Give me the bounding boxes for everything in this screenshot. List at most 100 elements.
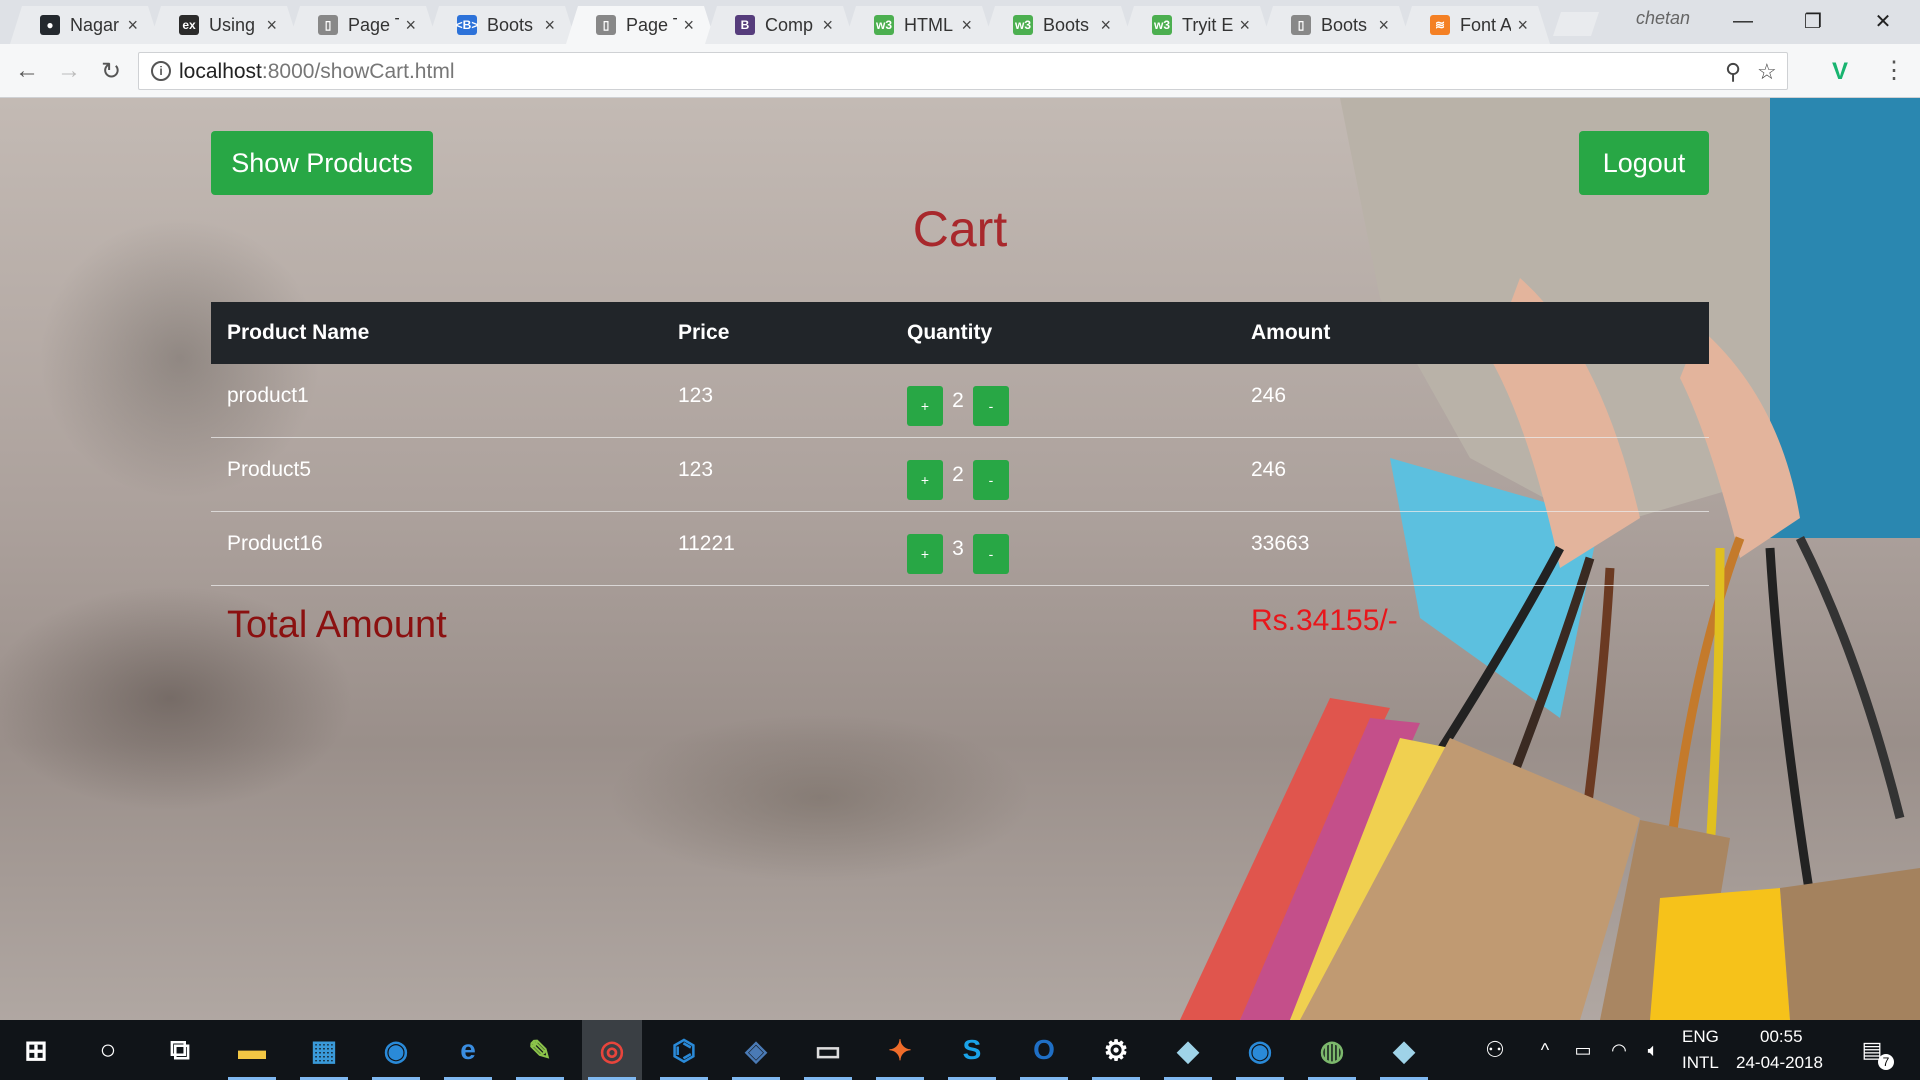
reload-icon[interactable]: ↻ <box>96 56 126 86</box>
browser-tab[interactable]: w3 Boots × <box>983 6 1133 44</box>
task-view-icon[interactable]: ⧉ <box>150 1020 210 1080</box>
app-book-glyph: ◆ <box>1177 1034 1199 1066</box>
w3schools-icon: w3 <box>1013 15 1033 35</box>
mysql-glyph: ◈ <box>745 1034 767 1066</box>
close-tab-icon[interactable]: × <box>127 15 138 36</box>
minimize-icon[interactable]: — <box>1720 6 1766 36</box>
browser-tab[interactable]: ● Nagar × <box>10 6 160 44</box>
language-bottom[interactable]: INTL <box>1682 1053 1719 1073</box>
info-icon[interactable]: i <box>151 61 171 81</box>
browser-tab[interactable]: ▯ Page T × <box>566 6 716 44</box>
wifi-icon[interactable]: ◠ <box>1604 1020 1634 1080</box>
logout-button[interactable]: Logout <box>1579 131 1709 195</box>
people-icon[interactable]: ⚇ <box>1478 1020 1512 1080</box>
table-header: Product Name Price Quantity Amount <box>211 302 1709 364</box>
experts-exchange-icon: ex <box>179 15 199 35</box>
bootstrap-icon: <B> <box>456 15 478 35</box>
app-book-icon[interactable]: ◆ <box>1158 1020 1218 1080</box>
mysql-icon[interactable]: ◈ <box>726 1020 786 1080</box>
close-tab-icon[interactable]: × <box>266 15 277 36</box>
column-header-product-name: Product Name <box>227 321 370 344</box>
close-tab-icon[interactable]: × <box>961 15 972 36</box>
decrease-quantity-button[interactable]: - <box>973 459 1009 500</box>
close-tab-icon[interactable]: × <box>1378 15 1389 36</box>
file-explorer-icon[interactable]: ▬ <box>222 1020 282 1080</box>
tab-label: Using <box>209 14 256 35</box>
close-tab-icon[interactable]: × <box>544 15 555 36</box>
clock-time[interactable]: 00:55 <box>1760 1027 1803 1047</box>
outlook-icon[interactable]: O <box>1014 1020 1074 1080</box>
decrease-quantity-button[interactable]: - <box>973 385 1009 426</box>
close-window-icon[interactable]: ✕ <box>1860 6 1906 36</box>
tab-label: Nagar <box>70 14 120 35</box>
start-icon[interactable]: ⊞ <box>6 1020 66 1080</box>
browser-tab[interactable]: <B> Boots × <box>427 6 577 44</box>
page-title: Cart <box>912 201 1008 257</box>
bookmark-star-icon[interactable]: ☆ <box>1757 59 1777 85</box>
product-amount: 33663 <box>1251 532 1310 555</box>
restore-icon[interactable]: ❐ <box>1790 6 1836 36</box>
skype-icon[interactable]: S <box>942 1020 1002 1080</box>
store-icon[interactable]: ▦ <box>294 1020 354 1080</box>
close-tab-icon[interactable]: × <box>1100 15 1111 36</box>
menu-dots-icon[interactable]: ⋮ <box>1882 56 1906 85</box>
browser-tab[interactable]: ≋ Font A × <box>1400 6 1550 44</box>
column-header-quantity: Quantity <box>907 321 993 344</box>
product-price: 123 <box>678 384 714 407</box>
battery-icon[interactable]: ▭ <box>1568 1020 1598 1080</box>
volume-icon[interactable]: 🔈︎ <box>1638 1020 1668 1080</box>
forward-icon[interactable]: → <box>54 56 84 86</box>
product-amount: 246 <box>1251 458 1287 481</box>
address-bar[interactable]: i localhost:8000/showCart.html ⚲ ☆ <box>138 52 1788 90</box>
cortana-icon[interactable]: ○ <box>78 1020 138 1080</box>
terminal-icon[interactable]: ▭ <box>798 1020 858 1080</box>
browser-tab[interactable]: B Comp × <box>705 6 855 44</box>
extension-v-icon[interactable]: V <box>1832 58 1848 86</box>
page-content: Show Products Logout Cart Product Name P… <box>0 98 1920 1020</box>
close-tab-icon[interactable]: × <box>822 15 833 36</box>
new-tab-button[interactable] <box>1553 12 1599 36</box>
settings-icon[interactable]: ⚙ <box>1086 1020 1146 1080</box>
zoom-icon[interactable]: ⚲ <box>1725 59 1741 85</box>
decrease-quantity-button[interactable]: - <box>973 533 1009 574</box>
increase-quantity-button[interactable]: + <box>907 385 943 426</box>
url-text[interactable]: localhost:8000/showCart.html <box>179 60 454 84</box>
close-tab-icon[interactable]: × <box>405 15 416 36</box>
browser-tab[interactable]: w3 HTML × <box>844 6 994 44</box>
chrome-icon[interactable]: ◎ <box>582 1020 642 1080</box>
globe-icon[interactable]: ◍ <box>1302 1020 1362 1080</box>
show-products-button[interactable]: Show Products <box>211 131 433 195</box>
tab-label: Font A <box>1460 14 1512 35</box>
language-top[interactable]: ENG <box>1682 1027 1719 1047</box>
increase-quantity-button[interactable]: + <box>907 459 943 500</box>
increase-quantity-button[interactable]: + <box>907 533 943 574</box>
notification-count-badge: 7 <box>1878 1054 1894 1070</box>
github-icon: ● <box>40 15 60 35</box>
edge-icon[interactable]: e <box>438 1020 498 1080</box>
terminal-glyph: ▭ <box>814 1034 842 1066</box>
app-blue2-icon[interactable]: ◉ <box>1230 1020 1290 1080</box>
table-row: Product5 123 + 2 - 246 <box>211 438 1709 512</box>
app-book2-icon[interactable]: ◆ <box>1374 1020 1434 1080</box>
back-icon[interactable]: ← <box>12 56 42 86</box>
browser-tab[interactable]: ▯ Page T × <box>288 6 438 44</box>
show-hidden-icons-icon[interactable]: ^ <box>1530 1020 1560 1080</box>
clock-date[interactable]: 24-04-2018 <box>1736 1053 1823 1073</box>
browser-tab[interactable]: ex Using × <box>149 6 299 44</box>
notepad-plus-icon[interactable]: ✎ <box>510 1020 570 1080</box>
browser-tab[interactable]: ▯ Boots × <box>1261 6 1411 44</box>
tab-label: Boots <box>1043 14 1090 35</box>
task-view-glyph: ⧉ <box>170 1033 190 1065</box>
close-tab-icon[interactable]: × <box>1517 15 1528 36</box>
app-blue-icon[interactable]: ◉ <box>366 1020 426 1080</box>
close-tab-icon[interactable]: × <box>1239 15 1250 36</box>
profile-name[interactable]: chetan <box>1636 8 1690 29</box>
app-blue2-glyph: ◉ <box>1247 1034 1273 1066</box>
browser-tab[interactable]: w3 Tryit E × <box>1122 6 1272 44</box>
action-center-icon[interactable]: ▤ <box>1852 1020 1892 1080</box>
vscode-icon[interactable]: ⌬ <box>654 1020 714 1080</box>
close-tab-icon[interactable]: × <box>683 15 694 36</box>
postman-icon[interactable]: ✦ <box>870 1020 930 1080</box>
page-icon: ▯ <box>596 15 616 35</box>
product-name: product1 <box>227 384 309 407</box>
